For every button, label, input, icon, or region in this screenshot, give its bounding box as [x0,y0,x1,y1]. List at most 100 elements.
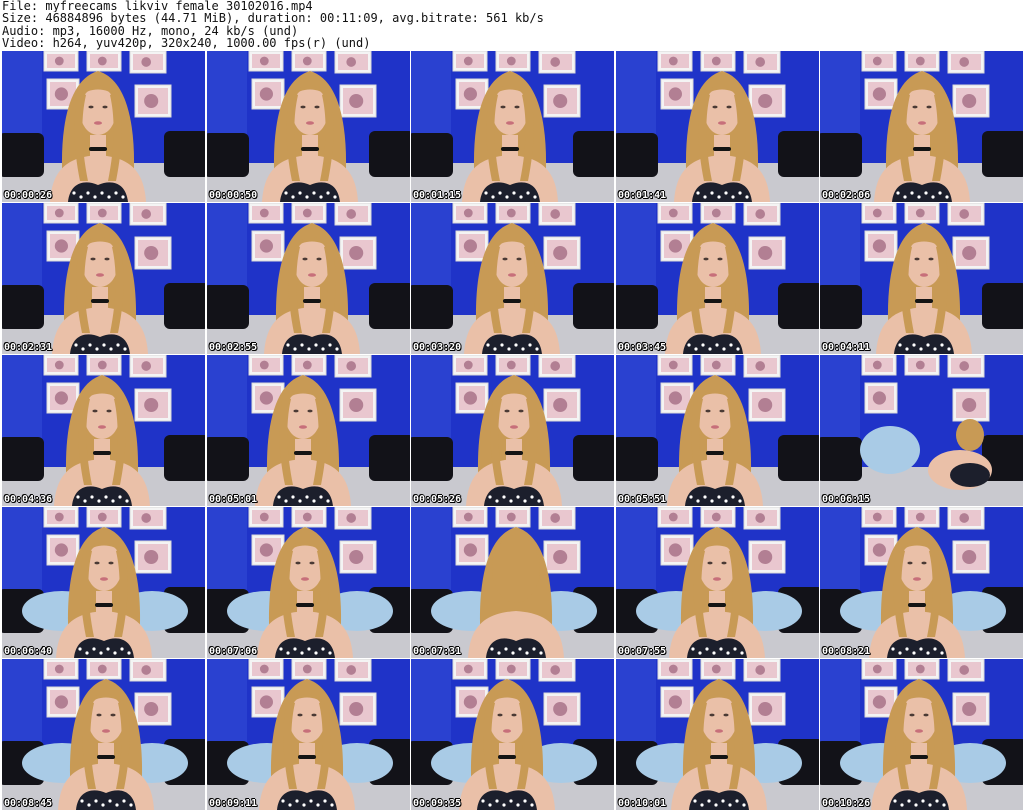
right-eye [926,105,932,109]
polka-dot [323,799,327,803]
polka-dot [497,651,501,655]
polka-dot [905,347,909,351]
poster-top-right [743,355,781,378]
thumbnail-frame-image [411,355,614,506]
right-eye [928,257,934,261]
thumbnail-frame-image [2,507,205,658]
thumbnail-frame-image [820,659,1023,810]
poster-left [660,686,694,718]
poster-top-left [861,203,897,224]
top-garment [892,182,952,202]
mouth [303,729,311,733]
polka-dot [108,799,112,803]
poster-left [455,534,489,566]
choker-necklace [89,147,107,151]
poster-right [134,388,172,422]
poster-right [543,84,581,118]
polka-dot [696,191,700,195]
video-thumbnail: 00:05:26 [411,355,614,506]
poster-left [455,382,489,414]
right-eye [511,713,517,717]
video-thumbnail: 00:03:45 [616,203,819,354]
top-garment [950,463,990,487]
left-eye [96,713,102,717]
poster-top-right [947,51,985,74]
dark-cushion-left [820,133,862,177]
polka-dot [101,803,105,807]
right-eye [307,409,313,413]
poster-top-left [248,507,284,528]
polka-dot [687,343,691,347]
neck [914,135,930,157]
timestamp-label: 00:07:31 [413,646,462,657]
polka-dot [728,803,732,807]
top-garment [480,182,540,202]
polka-dot [532,647,536,651]
left-eye [497,713,503,717]
polka-dot [926,343,930,347]
poster-top-middle [291,355,327,376]
dark-cushion-right [369,435,410,481]
polka-dot [328,651,332,655]
polka-dot [912,651,916,655]
polka-dot [125,499,129,503]
polka-dot [498,191,502,195]
polka-dot [295,799,299,803]
polka-dot [917,195,921,199]
left-eye [504,409,510,413]
right-eye [108,561,114,565]
polka-dot [703,195,707,199]
polka-dot [95,347,99,351]
polka-dot [279,647,283,651]
video-thumbnail: 00:08:45 [2,659,205,810]
polka-dot [729,343,733,347]
poster-top-right [947,355,985,378]
polka-dot [722,347,726,351]
poster-top-middle [86,659,122,680]
polka-dot [523,499,527,503]
neck [295,439,311,461]
polka-dot [319,495,323,499]
dark-cushion-right [369,131,410,177]
top-garment [692,182,752,202]
polka-dot [731,195,735,199]
poster-right [748,540,786,574]
neck [711,743,727,765]
polka-dot [94,799,98,803]
dark-cushion-right [778,283,819,329]
poster-top-middle [86,203,122,224]
polka-dot [724,499,728,503]
video-thumbnail: 00:04:36 [2,355,205,506]
face [88,695,124,743]
polka-dot [490,647,494,651]
polka-dot [924,191,928,195]
polka-dot [107,195,111,199]
polka-dot [707,799,711,803]
polka-dot [129,803,133,807]
poster-right [134,236,172,270]
video-thumbnail: 00:00:26 [2,51,205,202]
choker-necklace [910,755,928,759]
left-eye [88,105,94,109]
polka-dot [122,799,126,803]
mouth [94,121,102,125]
mouth [98,425,106,429]
polka-dot [121,195,125,199]
polka-dot [493,347,497,351]
timestamp-label: 00:09:35 [413,798,462,809]
polka-dot [914,803,918,807]
dark-cushion-right [982,283,1023,329]
thumbnail-frame-image [2,659,205,810]
thumbnail-frame-image [2,203,205,354]
dark-cushion-right [164,283,205,329]
top-garment [687,638,747,658]
top-garment [76,790,136,810]
polka-dot [300,651,304,655]
video-thumbnail: 00:01:41 [616,51,819,202]
polka-dot [330,803,334,807]
poster-top-right [743,51,781,74]
polka-dot [286,343,290,347]
top-garment [280,182,340,202]
polka-dot [735,799,739,803]
neck [705,287,721,309]
